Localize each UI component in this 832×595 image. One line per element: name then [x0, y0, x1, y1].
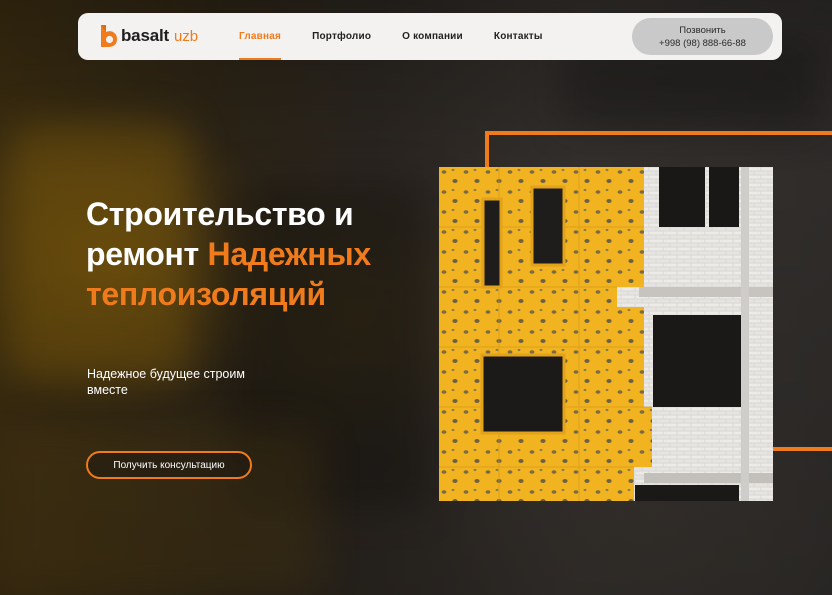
nav-item-about[interactable]: О компании	[402, 13, 463, 60]
hero-photo	[439, 167, 773, 501]
nav-item-portfolio[interactable]: Портфолио	[312, 13, 371, 60]
nav-item-contacts[interactable]: Контакты	[494, 13, 543, 60]
logo[interactable]: basalt uzb	[98, 24, 198, 48]
consultation-button-label: Получить консультацию	[113, 459, 225, 471]
logo-b-icon	[101, 25, 117, 47]
hero-title-accent1: Надежных	[207, 236, 372, 272]
call-button[interactable]: Позвонить +998 (98) 888-66-88	[632, 18, 773, 55]
hero-title-accent2: теплоизоляций	[86, 276, 326, 312]
nav-item-home[interactable]: Главная	[239, 13, 282, 60]
site-header: basalt uzb Главная Портфолио О компании …	[78, 13, 782, 60]
hero-subtitle: Надежное будущее строим вместе	[87, 367, 245, 397]
logo-suffix: uzb	[173, 27, 199, 45]
call-button-phone: +998 (98) 888-66-88	[659, 37, 746, 49]
main-nav: Главная Портфолио О компании Контакты	[239, 13, 574, 60]
hero-title: Строительство и ремонт Надежных теплоизо…	[86, 194, 446, 314]
call-button-label: Позвонить	[679, 24, 726, 36]
hero-title-line1: Строительство и	[86, 196, 354, 232]
decor-frame-bottom	[773, 447, 832, 451]
decor-frame-left	[485, 131, 489, 168]
decor-frame-top	[485, 131, 832, 135]
consultation-button[interactable]: Получить консультацию	[86, 451, 252, 479]
building-insulation-photo	[439, 167, 773, 501]
logo-brand: basalt	[121, 26, 169, 45]
hero-title-line2: ремонт	[86, 236, 208, 272]
